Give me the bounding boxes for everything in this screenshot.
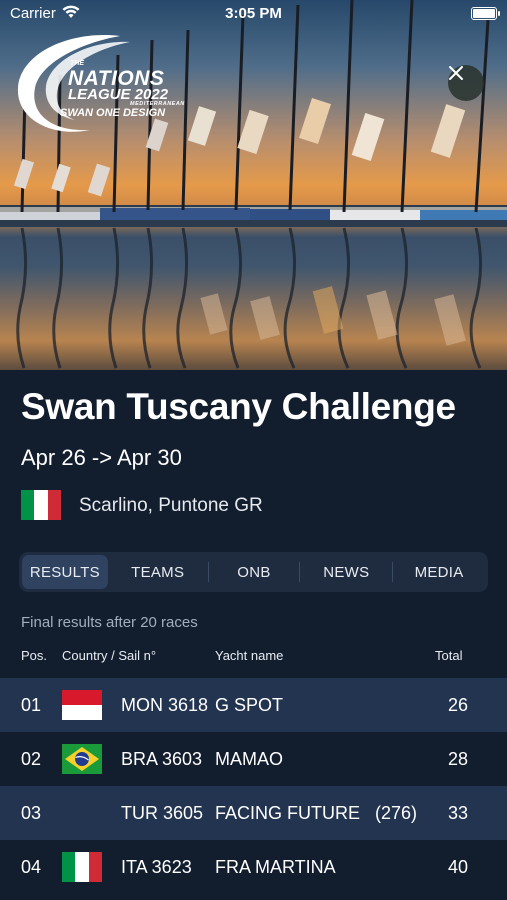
tab-news[interactable]: NEWS bbox=[300, 555, 392, 589]
row-sail-number: TUR 3605 bbox=[121, 803, 204, 823]
row-total: 40 bbox=[448, 857, 469, 877]
battery-icon bbox=[471, 7, 500, 20]
header-pos: Pos. bbox=[21, 648, 48, 663]
row-sail-number: ITA 3623 bbox=[121, 857, 192, 877]
italy-flag-icon bbox=[21, 490, 61, 520]
tab-onb[interactable]: ONB bbox=[209, 555, 300, 589]
logo-text-swan-one-design: SWAN ONE DESIGN bbox=[60, 107, 166, 119]
result-row[interactable]: 01 MON 3618 G SPOT 26 bbox=[0, 678, 507, 732]
brazil-flag-icon bbox=[62, 744, 102, 774]
event-dates: Apr 26 -> Apr 30 bbox=[21, 445, 182, 470]
row-position: 02 bbox=[21, 749, 42, 769]
row-yacht-name: FRA MARTINA bbox=[215, 857, 336, 877]
row-position: 01 bbox=[21, 695, 42, 715]
close-button[interactable] bbox=[448, 65, 484, 101]
logo-text-the: THE bbox=[70, 60, 84, 67]
row-position: 03 bbox=[21, 803, 42, 823]
close-icon bbox=[449, 66, 463, 80]
row-total: 26 bbox=[448, 695, 469, 715]
header-country-sail: Country / Sail n° bbox=[62, 648, 157, 663]
nations-league-logo: THE NATIONS LEAGUE 2022 MEDITERRANEAN SW… bbox=[10, 28, 210, 138]
italy-flag-icon bbox=[62, 852, 102, 882]
row-yacht-name: MAMAO bbox=[215, 749, 284, 769]
row-total: 28 bbox=[448, 749, 469, 769]
row-sail-number: BRA 3603 bbox=[121, 749, 203, 769]
header-total: Total bbox=[435, 648, 463, 663]
header-yacht-name: Yacht name bbox=[215, 648, 284, 663]
event-title: Swan Tuscany Challenge bbox=[21, 386, 456, 427]
row-total: 33 bbox=[448, 803, 469, 823]
result-row[interactable]: 03 TUR 3605 FACING FUTURE (276) 33 bbox=[0, 786, 507, 840]
result-row[interactable]: 02 BRA 3603 MAMAO 28 bbox=[0, 732, 507, 786]
monaco-flag-icon bbox=[62, 690, 102, 720]
results-subtitle: Final results after 20 races bbox=[21, 614, 198, 631]
row-yacht-name: FACING FUTURE (276) bbox=[215, 803, 418, 823]
event-hero-image: THE NATIONS LEAGUE 2022 MEDITERRANEAN SW… bbox=[0, 0, 507, 370]
status-bar: Carrier 3:05 PM bbox=[0, 0, 507, 28]
row-sail-number: MON 3618 bbox=[121, 695, 209, 715]
result-row[interactable]: 04 ITA 3623 FRA MARTINA 40 bbox=[0, 840, 507, 894]
tab-media[interactable]: MEDIA bbox=[393, 555, 485, 589]
tab-teams[interactable]: TEAMS bbox=[108, 555, 208, 589]
event-location: Scarlino, Puntone GR bbox=[79, 495, 263, 516]
tab-results[interactable]: RESULTS bbox=[22, 555, 108, 589]
segmented-tabs: RESULTS TEAMS ONB NEWS MEDIA bbox=[19, 552, 488, 592]
row-position: 04 bbox=[21, 857, 42, 877]
row-yacht-name: G SPOT bbox=[215, 695, 284, 715]
status-time: 3:05 PM bbox=[225, 5, 282, 22]
